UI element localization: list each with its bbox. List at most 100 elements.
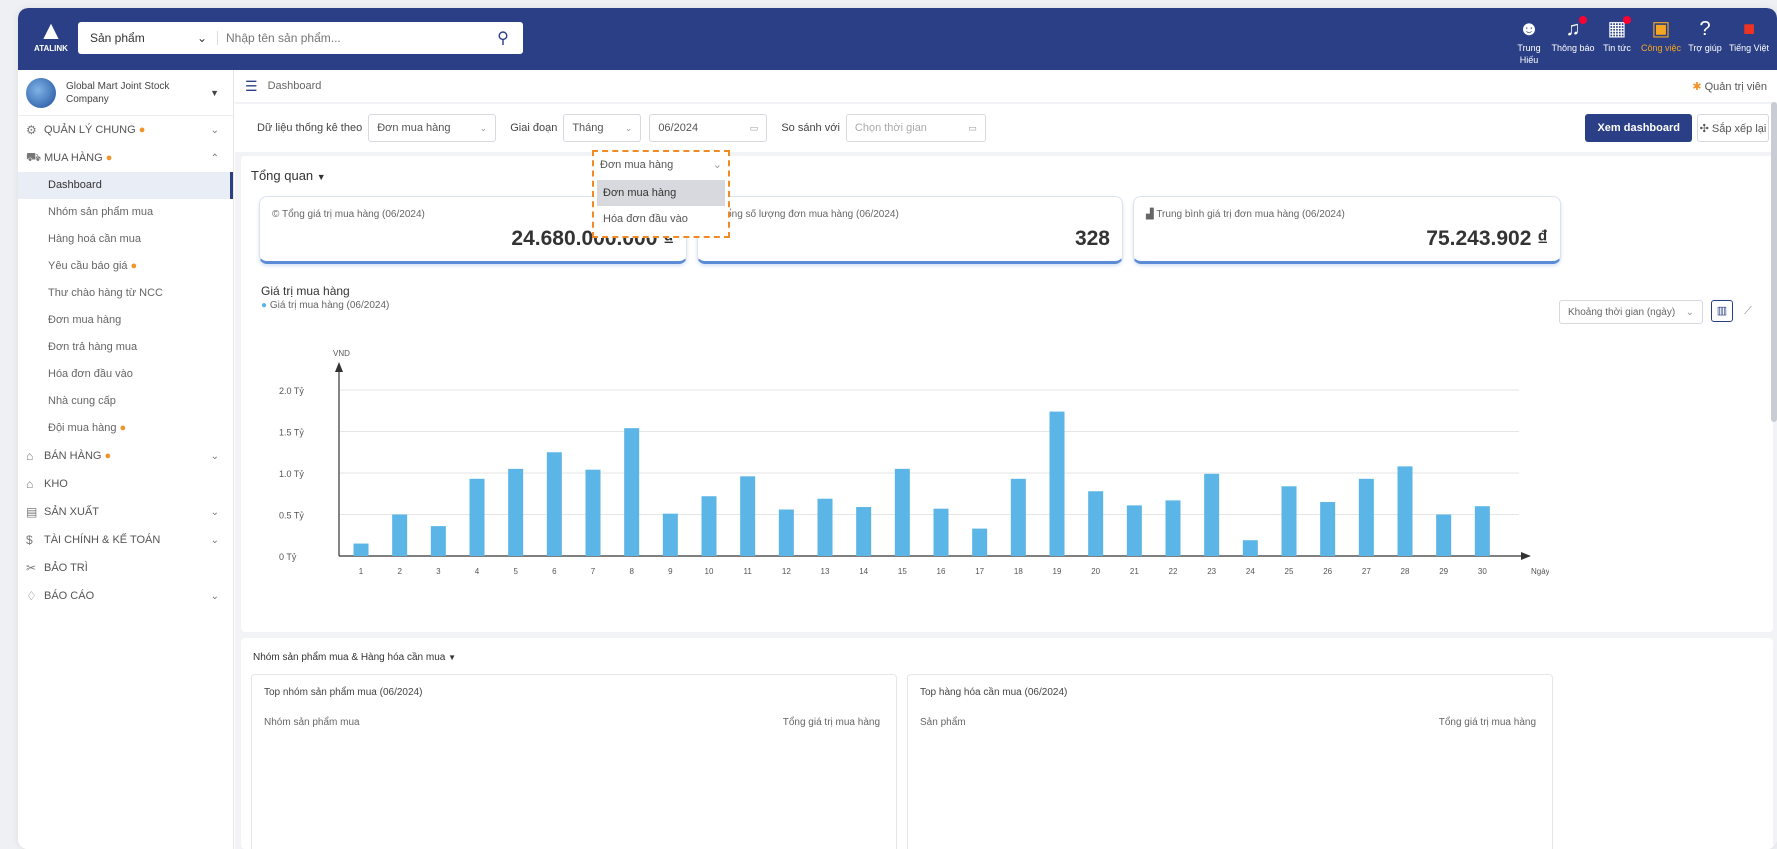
option-purchase-order[interactable]: Đơn mua hàng (597, 180, 725, 206)
kpi-value: 328 (1074, 227, 1110, 250)
chart-legend[interactable]: ● Giá trị mua hàng (06/2024) (261, 300, 389, 311)
x-tick-label: 21 (1130, 567, 1139, 576)
company-name: Global Mart Joint Stock Company (66, 80, 170, 105)
bar (701, 496, 717, 556)
product-groups-section: Nhóm sản phẩm mua & Hàng hóa cần mua ▼ T… (241, 638, 1773, 849)
filter-bar: Dữ liệu thống kê theo Đơn mua hàng ⌄ Giai… (235, 104, 1777, 238)
x-tick-label: 2 (397, 567, 402, 576)
search-scope-select[interactable]: Sản phẩm ⌄ (78, 31, 218, 45)
sidebar-section-production[interactable]: ▤ SẢN XUẤT ⌄ (18, 498, 233, 526)
sidebar-section-general[interactable]: ⚙ QUẢN LÝ CHUNG ● ⌄ (18, 116, 233, 144)
section-label: BÁN HÀNG (44, 450, 102, 462)
bar (469, 478, 485, 556)
menu-toggle-icon[interactable]: ☰ (245, 78, 258, 95)
section-label: SẢN XUẤT (44, 506, 100, 518)
overview-title: Tổng quan (251, 168, 314, 183)
user-menu[interactable]: ☻ Trung Hiếu (1507, 16, 1551, 66)
date-picker[interactable]: 06/2024 ▭ (649, 114, 768, 142)
option-input-invoice[interactable]: Hóa đơn đầu vào (597, 206, 725, 232)
calendar-icon: ▭ (749, 122, 759, 133)
search-input[interactable] (218, 31, 483, 45)
badge-dot-icon: ● (119, 422, 127, 434)
caret-down-icon: ▼ (448, 653, 457, 662)
dropdown-selected-value: Đơn mua hàng (600, 159, 674, 171)
bar (1436, 514, 1452, 556)
x-tick-label: 10 (705, 567, 714, 576)
badge-dot-icon: ● (138, 124, 146, 136)
column-header: Tổng giá trị mua hàng (782, 717, 880, 728)
sidebar-item-purchase-team[interactable]: Đội mua hàng ● (18, 415, 233, 442)
y-axis-label: VND (333, 349, 350, 358)
x-tick-label: 6 (552, 567, 557, 576)
bar (1010, 478, 1026, 556)
bar (1358, 478, 1374, 556)
company-switcher[interactable]: Global Mart Joint Stock Company ▼ (18, 70, 233, 116)
notifications-button[interactable]: ♫ Thông báo (1551, 16, 1595, 66)
line-chart-toggle-icon[interactable]: ⟋ (1737, 300, 1759, 322)
sidebar-item-input-invoices[interactable]: Hóa đơn đầu vào (18, 361, 233, 388)
sidebar-item-suppliers[interactable]: Nhà cung cấp (18, 388, 233, 415)
x-tick-label: 3 (436, 567, 441, 576)
sidebar-item-goods-to-buy[interactable]: Hàng hoá cần mua (18, 226, 233, 253)
y-tick-label: 1.5 Tỷ (279, 428, 304, 438)
overview-header[interactable]: Tổng quan ▼ (251, 168, 326, 183)
bar (894, 468, 910, 556)
section-label: MUA HÀNG (44, 152, 103, 164)
sidebar-item-supplier-offers[interactable]: Thư chào hàng từ NCC (18, 280, 233, 307)
sidebar-item-dashboard[interactable]: Dashboard (18, 172, 233, 199)
news-button[interactable]: ▦ Tin tức (1595, 16, 1639, 66)
bar (1165, 500, 1181, 556)
sidebar-item-rfq[interactable]: Yêu cầu báo giá ● (18, 253, 233, 280)
rearrange-button[interactable]: ✣ Sắp xếp lại (1697, 114, 1769, 142)
app-window: ▲ ATALINK Sản phẩm ⌄ ⚲ ☻ Trung Hiếu ♫Thôn… (18, 8, 1777, 849)
stat-by-dropdown: Đơn mua hàng ⌄ Đơn mua hàng Hóa đơn đầu v… (592, 150, 730, 238)
badge-dot-icon: ● (104, 450, 112, 462)
caret-down-icon: ▼ (210, 87, 219, 98)
view-dashboard-button[interactable]: Xem dashboard (1585, 114, 1692, 142)
period-select[interactable]: Tháng ⌄ (563, 114, 642, 142)
sidebar-section-warehouse[interactable]: ⌂ KHO (18, 470, 233, 498)
x-axis-arrow-icon (1521, 552, 1531, 560)
search-icon[interactable]: ⚲ (483, 28, 523, 48)
tasks-button[interactable]: ▣ Công việc (1639, 16, 1683, 66)
time-range-select[interactable]: Khoảng thời gian (ngày) ⌄ (1559, 300, 1703, 324)
x-tick-label: 30 (1478, 567, 1487, 576)
sidebar-section-sales[interactable]: ⌂ BÁN HÀNG ● ⌄ (18, 442, 233, 470)
x-tick-label: 27 (1362, 567, 1371, 576)
kpi-label-text: Tổng giá trị mua hàng (06/2024) (281, 209, 425, 220)
sidebar-section-maintenance[interactable]: ✂ BẢO TRÌ (18, 554, 233, 582)
language-label: Tiếng Việt (1728, 43, 1770, 53)
help-button[interactable]: ? Trợ giúp (1683, 16, 1727, 66)
section-header[interactable]: Nhóm sản phẩm mua & Hàng hóa cần mua ▼ (253, 652, 456, 663)
chart-title: Giá trị mua hàng (261, 284, 350, 298)
admin-role[interactable]: ✱ Quản trị viên (1692, 80, 1767, 93)
chevron-up-icon: ⌃ (210, 152, 219, 164)
kpi-label: © Tổng số lượng đơn mua hàng (06/2024) (710, 209, 899, 220)
sidebar-item-purchase-returns[interactable]: Đơn trả hàng mua (18, 334, 233, 361)
rearrange-label: Sắp xếp lại (1711, 122, 1767, 135)
bar (1088, 491, 1104, 556)
sidebar-section-reports[interactable]: ♢ BÁO CÁO ⌄ (18, 582, 233, 610)
breadcrumb: ☰ Dashboard ✱ Quản trị viên (235, 70, 1777, 102)
sidebar-item-product-groups[interactable]: Nhóm sản phẩm mua (18, 199, 233, 226)
language-select[interactable]: ■ Tiếng Việt (1727, 16, 1771, 66)
sidebar-item-purchase-orders[interactable]: Đơn mua hàng (18, 307, 233, 334)
vertical-scrollbar[interactable] (1771, 102, 1777, 422)
factory-icon: ▤ (26, 505, 38, 519)
sidebar-section-finance[interactable]: $ TÀI CHÍNH & KẾ TOÁN ⌄ (18, 526, 233, 554)
sidebar-section-purchasing[interactable]: ⛟ MUA HÀNG ● ⌃ (18, 144, 233, 172)
briefcase-icon: ▣ (1651, 18, 1671, 40)
x-tick-label: 24 (1246, 567, 1255, 576)
chevron-down-icon: ⌄ (210, 450, 219, 462)
bar-chart-toggle-icon[interactable]: ▥ (1711, 300, 1733, 322)
column-header: Tổng giá trị mua hàng (1438, 717, 1536, 728)
compare-label: So sánh với (781, 122, 840, 134)
overview-panel: Tổng quan ▼ © Tổng giá trị mua hàng (06/… (241, 156, 1773, 632)
stat-by-select[interactable]: Đơn mua hàng ⌄ (368, 114, 497, 142)
compare-placeholder: Chọn thời gian (854, 122, 927, 134)
chevron-down-icon: ⌄ (210, 506, 219, 518)
compare-date-picker[interactable]: Chọn thời gian ▭ (845, 114, 986, 142)
bar (1474, 506, 1490, 556)
bar (1049, 411, 1065, 556)
logo[interactable]: ▲ ATALINK (30, 16, 72, 62)
